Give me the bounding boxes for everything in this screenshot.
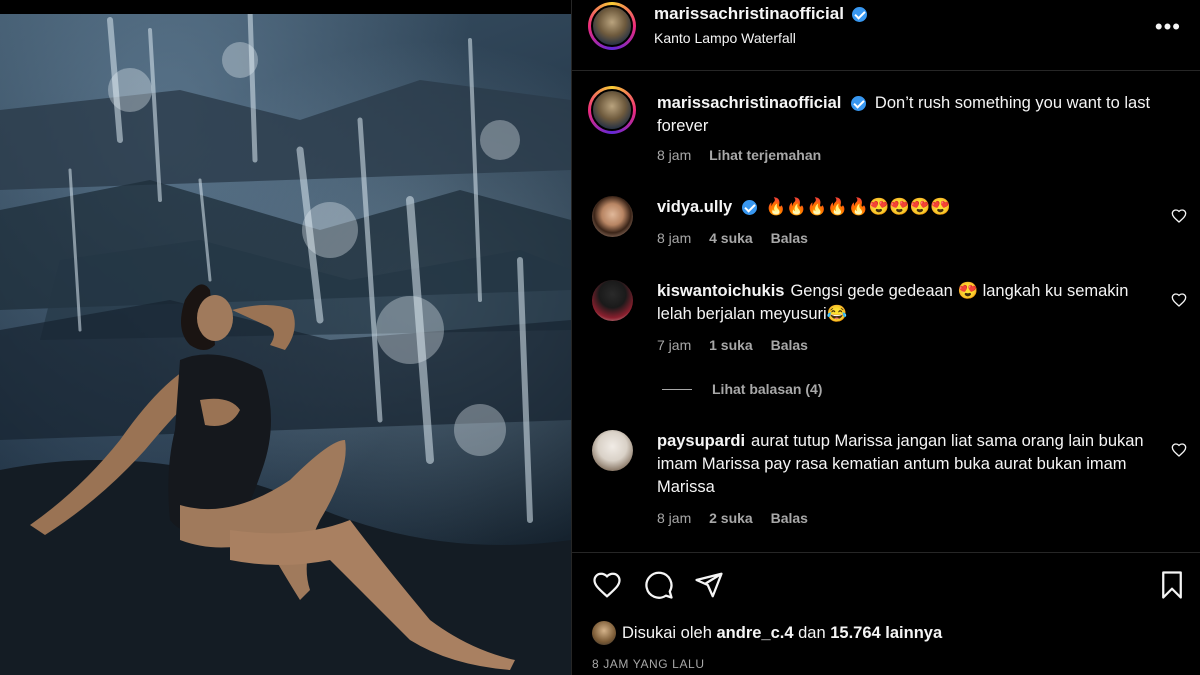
replies-divider (662, 389, 692, 390)
send-icon[interactable] (694, 570, 724, 600)
verified-badge-icon (851, 96, 867, 112)
commenter-username[interactable]: kiswantoichukis (657, 282, 784, 300)
caption-meta: 8 jam Lihat terjemahan (657, 147, 835, 163)
author-username[interactable]: marissachristinaofficial (654, 4, 844, 23)
liker-avatar[interactable] (592, 621, 616, 645)
post-actions: Disukai oleh andre_c.4 dan 15.764 lainny… (572, 552, 1200, 675)
reply-button[interactable]: Balas (771, 337, 808, 353)
see-translation-link[interactable]: Lihat terjemahan (709, 147, 821, 163)
likes-summary: Disukai oleh andre_c.4 dan 15.764 lainny… (592, 621, 942, 645)
commenter-username[interactable]: vidya.ully (657, 198, 732, 216)
caption-avatar[interactable] (588, 86, 636, 134)
comment-text-block: kiswantoichukis Gengsi gede gedeaan 😍 lan… (657, 280, 1157, 326)
comment-likes[interactable]: 2 suka (709, 510, 753, 526)
comment-meta: 8 jam 2 suka Balas (657, 510, 822, 526)
comment-likes[interactable]: 1 suka (709, 337, 753, 353)
comment-time: 7 jam (657, 337, 692, 353)
more-horizontal-icon[interactable]: ••• (1155, 14, 1181, 40)
commenter-username[interactable]: paysupardi (657, 432, 745, 450)
post-location[interactable]: Kanto Lampo Waterfall (654, 30, 796, 46)
caption-text-block: marissachristinaofficial Don’t rush some… (657, 92, 1157, 138)
heart-icon[interactable] (592, 570, 622, 600)
author-name-row: marissachristinaofficial (654, 4, 868, 24)
heart-icon[interactable] (1171, 292, 1187, 308)
verified-badge-icon (852, 7, 868, 23)
comment-text-block: vidya.ully 🔥🔥🔥🔥🔥😍😍😍😍 (657, 196, 1157, 219)
comment-text-block: paysupardi aurat tutup Marissa jangan lia… (657, 430, 1157, 499)
heart-icon[interactable] (1171, 442, 1187, 458)
reply-button[interactable]: Balas (771, 510, 808, 526)
commenter-avatar[interactable] (592, 280, 633, 321)
post-timestamp: 8 JAM YANG LALU (592, 657, 705, 671)
photo-top-border (0, 0, 571, 14)
comment-icon[interactable] (644, 570, 674, 600)
comment-likes[interactable]: 4 suka (709, 230, 753, 246)
post-side-panel: marissachristinaofficial Kanto Lampo Wat… (571, 0, 1200, 675)
waterfall-illustration (0, 7, 571, 675)
reply-button[interactable]: Balas (771, 230, 808, 246)
verified-badge-icon (742, 200, 758, 216)
likes-count[interactable]: 15.764 lainnya (830, 624, 942, 643)
post-header: marissachristinaofficial Kanto Lampo Wat… (572, 0, 1200, 71)
view-replies-link[interactable]: Lihat balasan (4) (712, 381, 822, 397)
likes-prefix: Disukai oleh (622, 623, 712, 642)
likes-connector: dan (798, 623, 826, 642)
caption-time: 8 jam (657, 147, 692, 163)
heart-icon[interactable] (1171, 208, 1187, 224)
commenter-avatar[interactable] (592, 430, 633, 471)
author-avatar[interactable] (588, 2, 636, 50)
comment-text: 🔥🔥🔥🔥🔥😍😍😍😍 (765, 198, 951, 216)
caption-username[interactable]: marissachristinaofficial (657, 94, 841, 112)
bookmark-icon[interactable] (1157, 570, 1187, 600)
comment-meta: 7 jam 1 suka Balas (657, 337, 822, 353)
commenter-avatar[interactable] (592, 196, 633, 237)
comment-meta: 8 jam 4 suka Balas (657, 230, 822, 246)
comment-time: 8 jam (657, 510, 692, 526)
comment-time: 8 jam (657, 230, 692, 246)
post-photo (0, 0, 571, 675)
liker-username[interactable]: andre_c.4 (716, 624, 793, 643)
